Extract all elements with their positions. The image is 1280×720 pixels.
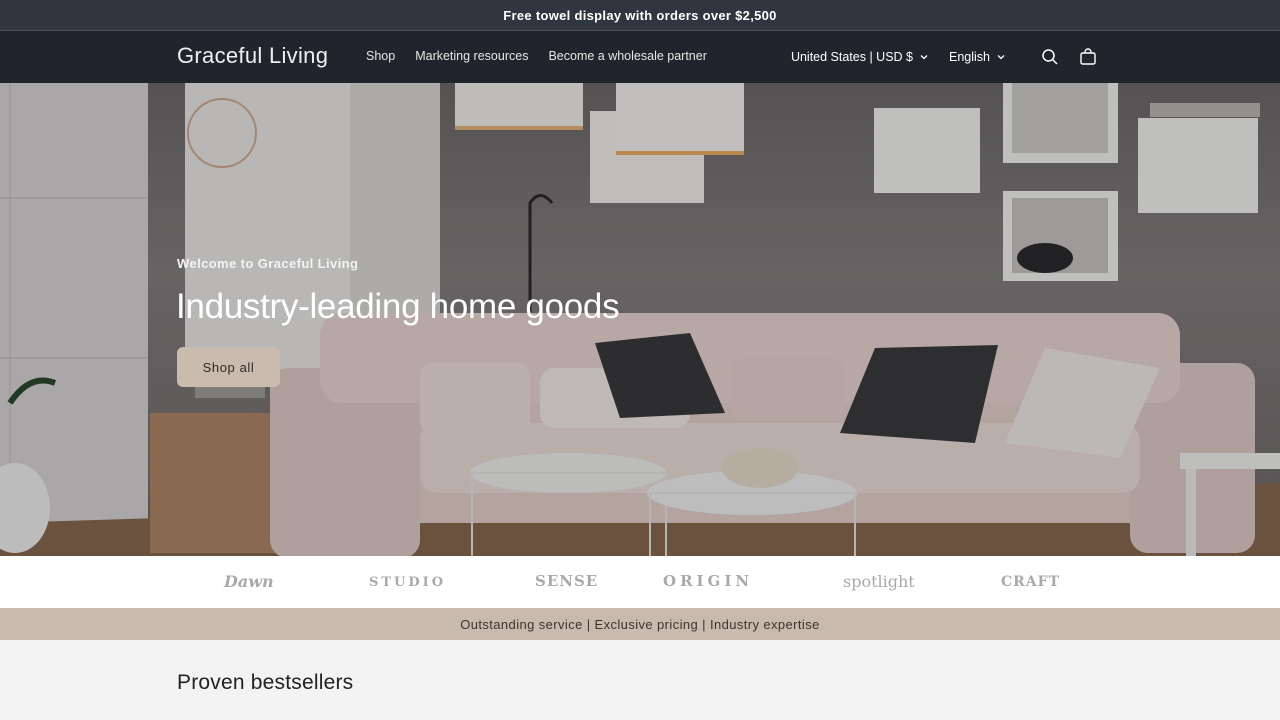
language-selector-label: English [949, 50, 990, 64]
brand-logos-strip: Dawn STUDIO SENSE ORIGIN spotlight CRAFT [0, 556, 1280, 608]
section-title: Proven bestsellers [177, 671, 354, 694]
chevron-down-icon [997, 55, 1005, 60]
header-actions: United States | USD $ English [791, 45, 1100, 69]
main-nav: Shop Marketing resources Become a wholes… [366, 49, 707, 63]
brand-logo-spotlight: spotlight [843, 572, 915, 591]
search-button[interactable] [1038, 45, 1062, 69]
language-selector[interactable]: English [949, 50, 1006, 64]
brand-logo-craft: CRAFT [1001, 574, 1060, 590]
hero-title: Industry-leading home goods [176, 287, 620, 326]
brand-logo-studio: STUDIO [369, 575, 447, 590]
brand-logo-origin: ORIGIN [663, 572, 754, 590]
search-icon [1042, 49, 1058, 65]
cart-button[interactable] [1076, 45, 1100, 69]
hero-subtitle: Welcome to Graceful Living [177, 256, 359, 271]
country-selector-label: United States | USD $ [790, 50, 913, 64]
country-selector[interactable]: United States | USD $ [791, 50, 929, 64]
nav-item-shop[interactable]: Shop [366, 49, 395, 63]
hero-banner: Welcome to Graceful Living Industry-lead… [0, 83, 1280, 556]
chevron-down-icon [920, 55, 928, 60]
cart-icon [1080, 48, 1096, 65]
value-proposition-bar: Outstanding service | Exclusive pricing … [0, 608, 1280, 640]
announcement-bar: Free towel display with orders over $2,5… [0, 0, 1280, 31]
announcement-text: Free towel display with orders over $2,5… [503, 7, 777, 23]
site-header: Graceful Living Shop Marketing resources… [0, 31, 1280, 83]
brand-logo-dawn: Dawn [224, 572, 274, 591]
nav-item-wholesale-partner[interactable]: Become a wholesale partner [548, 49, 706, 63]
shop-all-button[interactable]: Shop all [177, 347, 280, 387]
value-proposition-text: Outstanding service | Exclusive pricing … [460, 616, 820, 632]
site-logo[interactable]: Graceful Living [177, 43, 328, 69]
brand-logo-sense: SENSE [535, 572, 599, 590]
nav-item-marketing-resources[interactable]: Marketing resources [415, 49, 528, 63]
